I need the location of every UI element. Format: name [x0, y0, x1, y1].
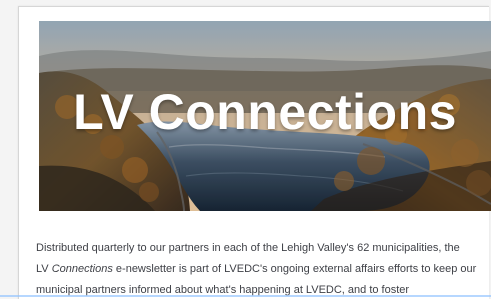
intro-line-2-suffix: e-newsletter is part of LVEDC's ongoing …	[112, 263, 477, 275]
intro-line-2: LV Connections e-newsletter is part of L…	[36, 259, 491, 280]
hero-image: LV Connections	[39, 21, 491, 211]
intro-line-1: Distributed quarterly to our partners in…	[36, 242, 460, 254]
intro-line-2-prefix: LV	[36, 263, 52, 275]
bottom-divider	[0, 295, 491, 297]
hero-title: LV Connections	[73, 84, 457, 140]
intro-paragraph: Distributed quarterly to our partners in…	[36, 238, 491, 299]
intro-line-2-italic: Connections	[51, 263, 113, 275]
newsletter-page: LV Connections Distributed quarterly to …	[0, 0, 491, 299]
content-card: LV Connections Distributed quarterly to …	[18, 6, 491, 299]
